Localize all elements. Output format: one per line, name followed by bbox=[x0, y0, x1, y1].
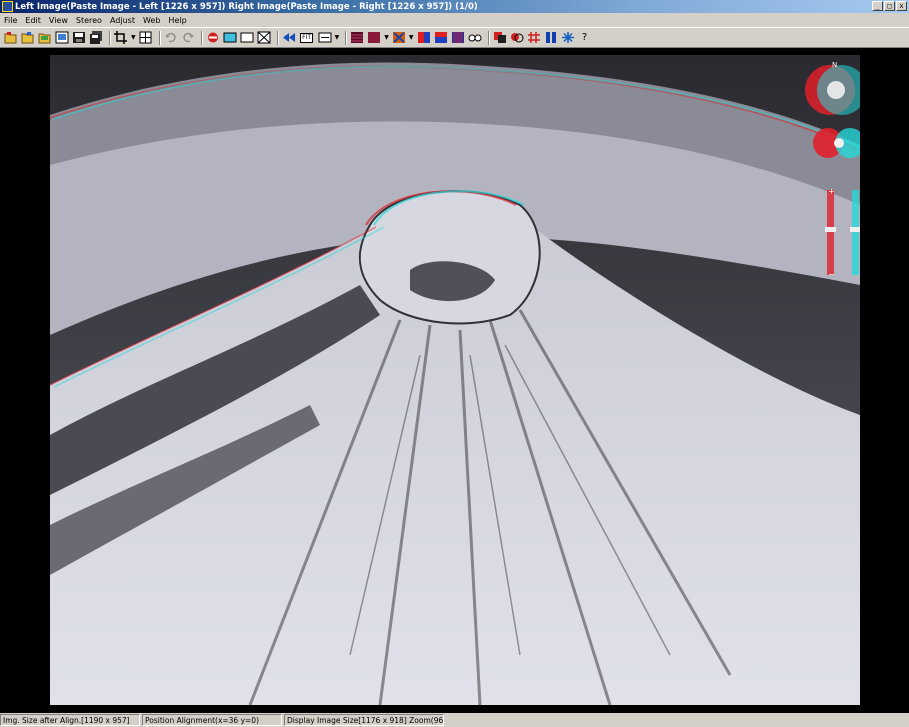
window-controls: _ □ x bbox=[872, 1, 907, 11]
color-anaglyph-icon bbox=[392, 32, 405, 43]
glasses-icon bbox=[468, 34, 481, 42]
undo-icon bbox=[164, 32, 176, 43]
floppy-disk-icon bbox=[73, 32, 85, 43]
previous-image-button[interactable] bbox=[282, 31, 296, 45]
zoom-dropdown-arrow-icon[interactable]: ▼ bbox=[335, 34, 340, 41]
menu-bar: File Edit View Stereo Adjust Web Help bbox=[0, 13, 909, 27]
status-bar: Img. Size after Align.[1190 x 957] Posit… bbox=[0, 713, 909, 727]
fullscreen-icon bbox=[257, 31, 271, 44]
options-button[interactable] bbox=[561, 31, 575, 45]
full-screen-button[interactable] bbox=[257, 31, 271, 45]
fit-window-button[interactable]: FIT bbox=[299, 31, 315, 45]
window-title: Left Image(Paste Image - Left [1226 x 95… bbox=[15, 1, 478, 12]
interlaced-icon bbox=[434, 32, 447, 43]
save-as-button[interactable] bbox=[89, 31, 103, 45]
toolbar-separator bbox=[487, 30, 490, 45]
redo-icon bbox=[182, 32, 194, 43]
side-by-side-icon bbox=[351, 32, 364, 43]
stereo-mode-dropdown-arrow-icon[interactable]: ▼ bbox=[384, 34, 389, 41]
folder-open-icon bbox=[21, 32, 34, 44]
crop-icon bbox=[114, 31, 127, 44]
window-button[interactable] bbox=[240, 31, 254, 45]
zoom-out-label: − bbox=[828, 270, 835, 279]
grid-button[interactable] bbox=[139, 31, 153, 45]
swap-left-right-button[interactable] bbox=[206, 31, 220, 45]
split-icon bbox=[545, 32, 556, 43]
image-canvas[interactable]: N + − bbox=[0, 48, 909, 713]
menu-web[interactable]: Web bbox=[139, 16, 164, 25]
undo-button[interactable] bbox=[164, 31, 178, 45]
close-button[interactable]: x bbox=[896, 1, 907, 11]
toolbar-separator bbox=[345, 30, 348, 45]
menu-help[interactable]: Help bbox=[164, 16, 190, 25]
interlaced-button[interactable] bbox=[434, 31, 448, 45]
hash-icon bbox=[527, 32, 540, 43]
toolbar-separator bbox=[158, 30, 161, 45]
rotation-control-icon[interactable] bbox=[813, 128, 860, 158]
toolbar-separator bbox=[200, 30, 203, 45]
menu-adjust[interactable]: Adjust bbox=[106, 16, 139, 25]
status-display-size-zoom: Display Image Size[1176 x 918] Zoom(96 %… bbox=[284, 714, 444, 726]
color-anaglyph-button[interactable] bbox=[392, 31, 406, 45]
checkerboard-button[interactable] bbox=[451, 31, 465, 45]
open-left-image-button[interactable] bbox=[4, 31, 18, 45]
align-icon bbox=[510, 33, 523, 43]
stereo-anaglyph-image[interactable]: N + − bbox=[50, 55, 860, 705]
rotate-button[interactable] bbox=[527, 31, 541, 45]
red-blue-icon bbox=[417, 32, 430, 43]
rewind-icon bbox=[282, 33, 295, 42]
anaglyph-button[interactable] bbox=[367, 31, 381, 45]
redo-button[interactable] bbox=[181, 31, 195, 45]
toolbar: ▼ FIT ▼ ▼ ▼ ? bbox=[0, 27, 909, 48]
toolbar-separator bbox=[276, 30, 279, 45]
folder-open-icon bbox=[38, 33, 51, 44]
save-button[interactable] bbox=[72, 31, 86, 45]
screen-button[interactable] bbox=[223, 31, 237, 45]
zoom-icon bbox=[318, 32, 332, 43]
screen-icon bbox=[223, 32, 237, 43]
auto-alignment-button[interactable] bbox=[510, 31, 524, 45]
open-both-images-button[interactable] bbox=[38, 31, 52, 45]
red-cyan-button[interactable] bbox=[417, 31, 431, 45]
side-by-side-button[interactable] bbox=[350, 31, 364, 45]
glasses-button[interactable] bbox=[468, 31, 482, 45]
sparkle-icon bbox=[561, 32, 574, 43]
menu-stereo[interactable]: Stereo bbox=[72, 16, 106, 25]
floppy-disks-icon bbox=[90, 31, 102, 44]
checkerboard-icon bbox=[451, 32, 464, 43]
zoom-button[interactable] bbox=[318, 31, 332, 45]
menu-view[interactable]: View bbox=[45, 16, 72, 25]
title-bar: Left Image(Paste Image - Left [1226 x 95… bbox=[0, 0, 909, 13]
minimize-button[interactable]: _ bbox=[872, 1, 883, 11]
help-label: ? bbox=[581, 32, 588, 43]
adjust-icon bbox=[493, 32, 506, 43]
help-button[interactable]: ? bbox=[578, 31, 592, 45]
crop-dropdown-arrow-icon[interactable]: ▼ bbox=[131, 34, 136, 41]
toolbar-separator bbox=[109, 30, 111, 45]
easy-adjustment-button[interactable] bbox=[493, 31, 507, 45]
fit-label: FIT bbox=[300, 32, 314, 43]
grid-icon bbox=[139, 31, 152, 44]
app-icon bbox=[2, 1, 13, 12]
menu-edit[interactable]: Edit bbox=[21, 16, 45, 25]
image-icon bbox=[55, 31, 69, 44]
split-button[interactable] bbox=[544, 31, 558, 45]
north-label: N bbox=[832, 61, 837, 69]
folder-open-icon bbox=[4, 32, 17, 44]
status-image-size: Img. Size after Align.[1190 x 957] bbox=[0, 714, 140, 726]
maximize-button[interactable]: □ bbox=[884, 1, 895, 11]
color-dropdown-arrow-icon[interactable]: ▼ bbox=[409, 34, 414, 41]
window-icon bbox=[240, 32, 254, 43]
anaglyph-icon bbox=[368, 32, 381, 43]
status-position-alignment: Position Alignment(x=36 y=0) bbox=[142, 714, 282, 726]
crop-button[interactable] bbox=[114, 31, 128, 45]
mountain-anaglyph-image: N + − bbox=[50, 55, 860, 705]
menu-file[interactable]: File bbox=[0, 16, 21, 25]
zoom-in-label: + bbox=[828, 187, 835, 196]
open-stereo-button[interactable] bbox=[55, 31, 69, 45]
swap-icon bbox=[207, 32, 218, 43]
open-right-image-button[interactable] bbox=[21, 31, 35, 45]
